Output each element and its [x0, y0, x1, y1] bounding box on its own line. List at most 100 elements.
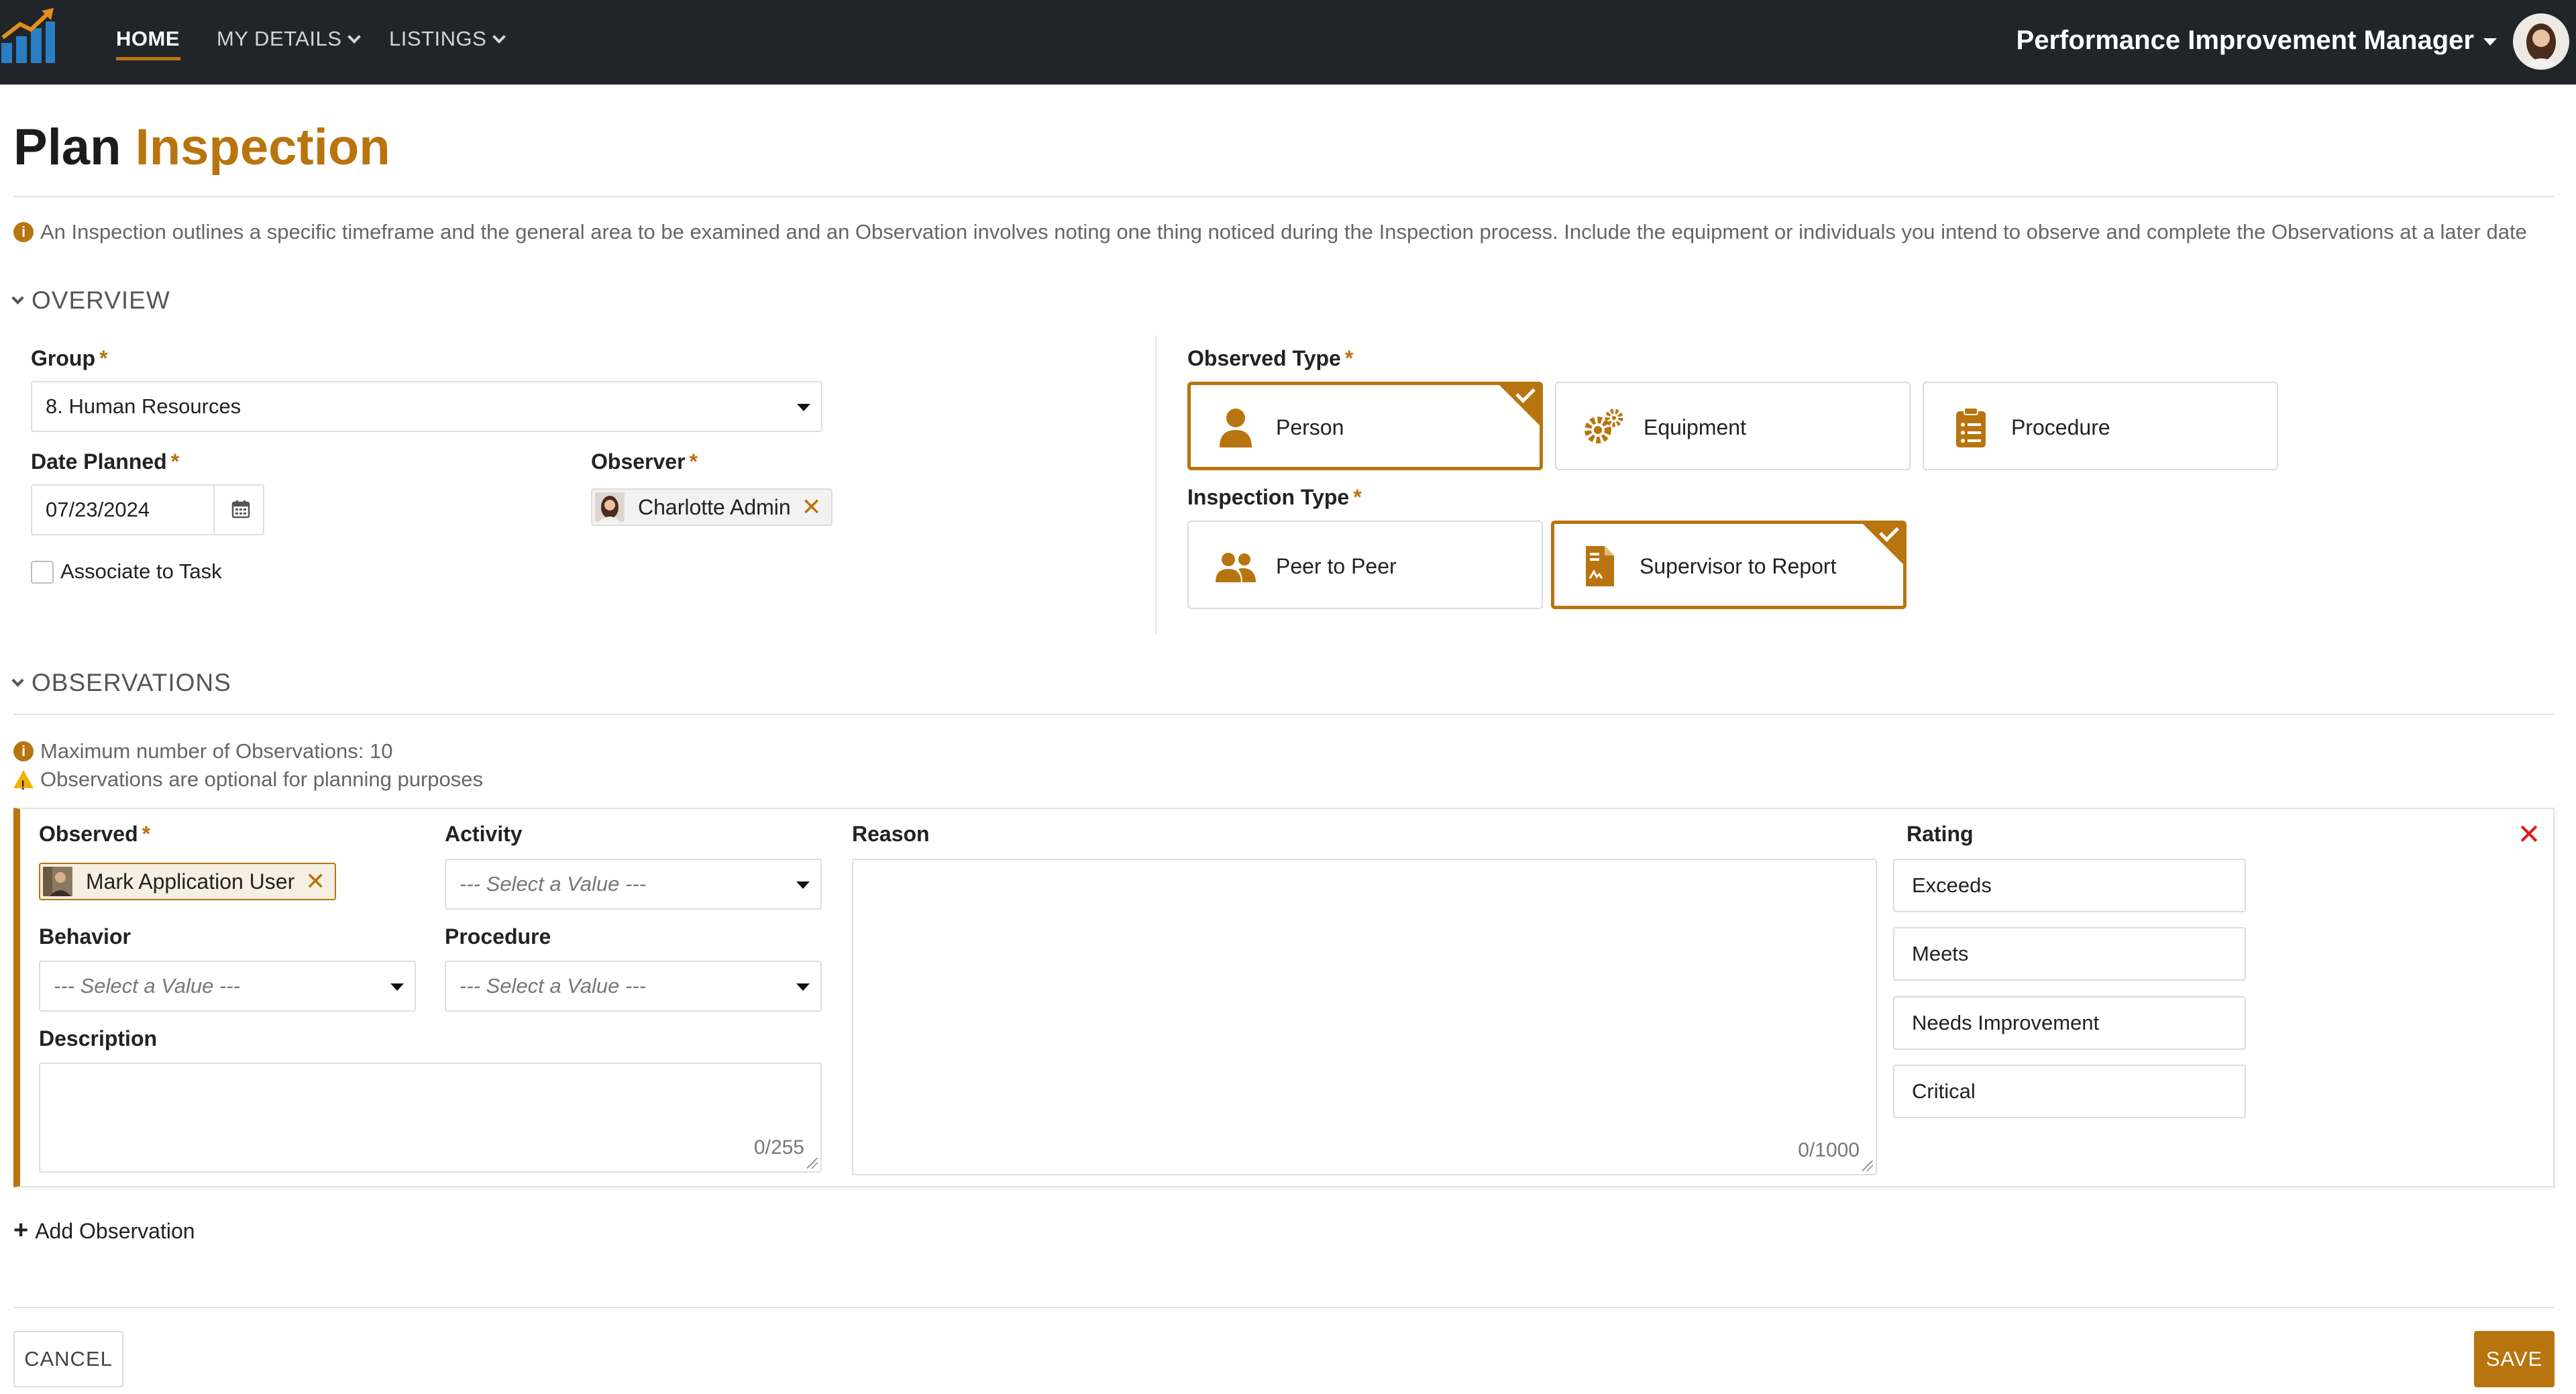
nav-my-details-label: MY DETAILS	[217, 27, 342, 50]
procedure-select[interactable]: --- Select a Value ---	[445, 961, 822, 1012]
observed-name: Mark Application User	[86, 869, 295, 894]
description-textarea[interactable]: 0/255	[39, 1063, 822, 1173]
observed-type-procedure-label: Procedure	[2011, 415, 2110, 439]
avatar	[43, 867, 72, 896]
file-signature-icon	[1586, 546, 1614, 586]
procedure-placeholder: --- Select a Value ---	[460, 974, 646, 998]
overview-section-toggle[interactable]: OVERVIEW	[11, 284, 170, 317]
max-observations-text: Maximum number of Observations: 10	[40, 739, 393, 763]
observed-type-person[interactable]: Person	[1187, 382, 1543, 470]
rating-option-critical[interactable]: Critical	[1893, 1065, 2246, 1118]
add-observation-label: Add Observation	[35, 1219, 195, 1243]
associate-task-checkbox[interactable]	[31, 561, 54, 584]
required-mark: *	[170, 449, 180, 474]
add-observation-button[interactable]: + Add Observation	[13, 1216, 195, 1245]
optional-observations-note: Observations are optional for planning p…	[13, 766, 484, 800]
inspection-type-label: Inspection Type *	[1187, 483, 1362, 511]
people-icon	[1216, 553, 1256, 582]
caret-down-icon	[796, 983, 810, 991]
close-icon[interactable]: ✕	[802, 490, 822, 525]
behavior-select[interactable]: --- Select a Value ---	[39, 961, 416, 1012]
inspection-type-supervisor-label: Supervisor to Report	[1640, 554, 1837, 578]
nav-my-details[interactable]: MY DETAILS	[217, 25, 362, 52]
behavior-label: Behavior	[39, 924, 131, 949]
calendar-icon[interactable]	[231, 499, 251, 519]
inspection-type-supervisor-to-report[interactable]: Supervisor to Report	[1551, 521, 1907, 609]
inspection-type-label-text: Inspection Type	[1187, 485, 1350, 509]
reason-textarea[interactable]: 0/1000	[852, 859, 1877, 1175]
chevron-down-icon	[347, 30, 362, 44]
title-divider	[13, 196, 2555, 197]
resize-grip-icon[interactable]	[807, 1158, 818, 1169]
close-icon[interactable]: ✕	[305, 864, 325, 899]
rating-option-meets[interactable]: Meets	[1893, 927, 2246, 981]
description-label: Description	[39, 1026, 158, 1051]
avatar	[595, 492, 625, 522]
resize-grip-icon[interactable]	[1862, 1161, 1873, 1171]
date-planned-label: Date Planned *	[31, 447, 179, 476]
group-select[interactable]: 8. Human Resources	[31, 381, 822, 432]
activity-label: Activity	[445, 822, 523, 846]
rating-label: Rating	[1907, 822, 1974, 846]
required-mark: *	[1344, 346, 1354, 370]
group-label-text: Group	[31, 346, 95, 370]
user-avatar-icon[interactable]	[2513, 13, 2569, 70]
cancel-button[interactable]: CANCEL	[13, 1331, 123, 1387]
clipboard-list-icon	[1956, 407, 1986, 447]
info-icon: i	[13, 221, 34, 242]
group-value: 8. Human Resources	[46, 394, 241, 418]
date-input-divider	[213, 486, 215, 534]
remove-observation-icon[interactable]: ✕	[2516, 820, 2542, 849]
observations-section-toggle[interactable]: OBSERVATIONS	[11, 667, 231, 699]
required-mark: *	[99, 346, 108, 370]
observations-title: OBSERVATIONS	[32, 669, 231, 696]
date-planned-value: 07/23/2024	[46, 498, 150, 521]
observed-type-person-label: Person	[1276, 415, 1344, 439]
activity-placeholder: --- Select a Value ---	[460, 872, 646, 896]
gears-icon	[1585, 409, 1623, 443]
optional-observations-text: Observations are optional for planning p…	[40, 767, 484, 791]
observed-label: Observed *	[39, 820, 150, 848]
info-icon: i	[13, 741, 34, 761]
chevron-down-icon	[11, 292, 24, 305]
inspection-type-peer-to-peer[interactable]: Peer to Peer	[1187, 521, 1543, 609]
observed-type-equipment[interactable]: Equipment	[1555, 382, 1911, 470]
reason-label: Reason	[852, 822, 930, 846]
date-planned-input[interactable]: 07/23/2024	[31, 484, 264, 535]
procedure-label: Procedure	[445, 924, 551, 949]
caret-down-icon	[796, 881, 810, 889]
user-role-menu[interactable]: Performance Improvement Manager	[2017, 24, 2497, 56]
save-button[interactable]: SAVE	[2474, 1331, 2555, 1387]
observed-label-text: Observed	[39, 822, 138, 846]
rating-option-exceeds[interactable]: Exceeds	[1893, 859, 2246, 912]
nav-listings-label: LISTINGS	[389, 27, 487, 50]
observed-chip: Mark Application User ✕	[39, 863, 337, 900]
page-title-plain: Plan	[13, 119, 121, 176]
required-mark: *	[689, 449, 698, 474]
observed-type-procedure[interactable]: Procedure	[1923, 382, 2278, 470]
activity-select[interactable]: --- Select a Value ---	[445, 859, 822, 910]
nav-home[interactable]: HOME	[116, 25, 180, 52]
behavior-placeholder: --- Select a Value ---	[54, 974, 240, 998]
rating-option-needs-improvement[interactable]: Needs Improvement	[1893, 996, 2246, 1050]
required-mark: *	[1353, 485, 1362, 509]
caret-down-icon	[797, 404, 810, 411]
group-label: Group *	[31, 344, 107, 372]
observed-type-label: Observed Type *	[1187, 344, 1353, 372]
description-counter: 0/255	[753, 1136, 804, 1159]
observed-type-label-text: Observed Type	[1187, 346, 1341, 370]
page-title-accent: Inspection	[135, 119, 390, 176]
nav-home-label: HOME	[116, 27, 180, 50]
bar-chart-growth-icon[interactable]	[0, 8, 56, 64]
warning-icon	[13, 770, 34, 800]
inspection-type-peer-label: Peer to Peer	[1276, 554, 1397, 578]
observer-name: Charlotte Admin	[638, 495, 791, 519]
observer-label: Observer *	[591, 447, 698, 476]
associate-task-label[interactable]: Associate to Task	[60, 557, 222, 586]
top-navbar: HOME MY DETAILS LISTINGS Performance Imp…	[0, 0, 2576, 85]
nav-listings[interactable]: LISTINGS	[389, 25, 506, 52]
caret-down-icon	[390, 983, 404, 991]
caret-down-icon	[2483, 38, 2497, 46]
info-text: An Inspection outlines a specific timefr…	[40, 220, 2527, 244]
max-observations-note: i Maximum number of Observations: 10	[13, 738, 393, 765]
